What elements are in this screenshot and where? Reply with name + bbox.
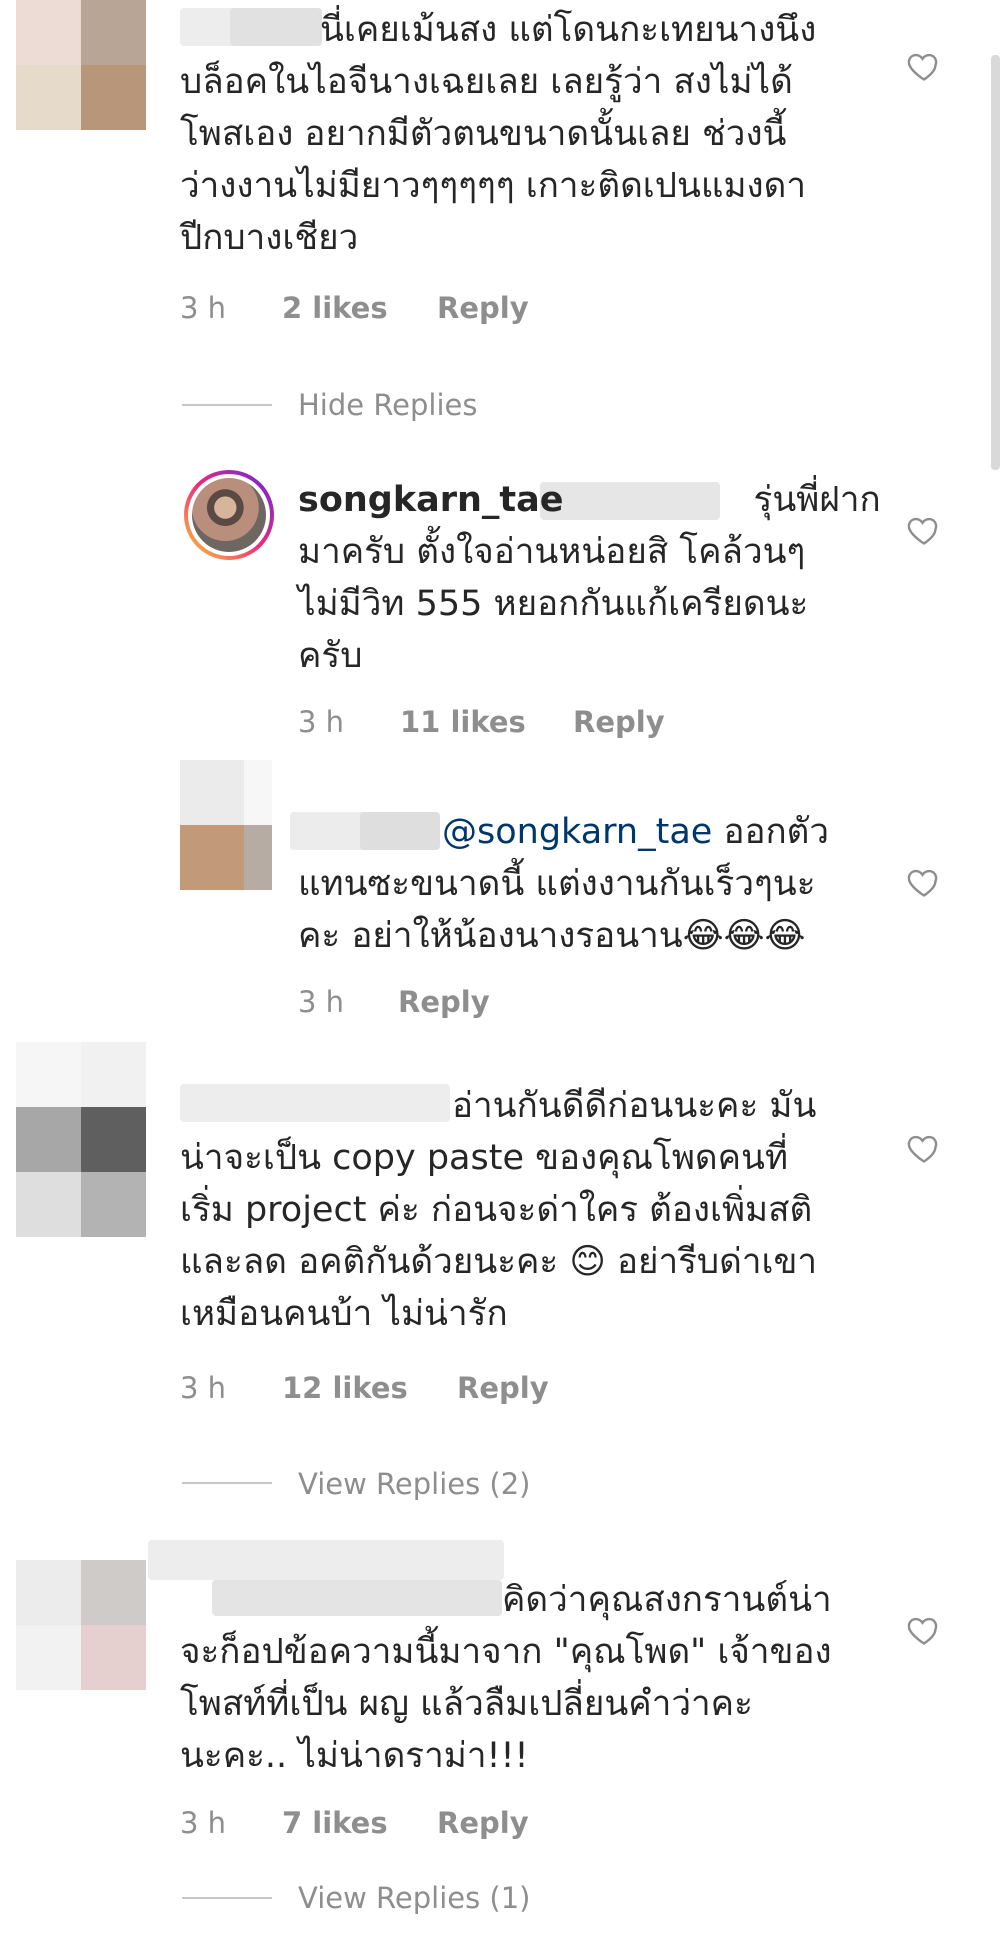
heart-outline-icon[interactable] <box>906 48 942 84</box>
avatar[interactable] <box>16 1560 146 1690</box>
comment-text: นี่เคยเม้นสง แต่โดนกะเทยนางนึง บล็อคในไอ… <box>180 10 817 258</box>
comment-meta: 3 h 12 likes Reply <box>180 1368 580 1408</box>
reply-button[interactable]: Reply <box>398 982 490 1022</box>
heart-outline-icon[interactable] <box>906 512 942 548</box>
comment-meta: 3 h Reply <box>298 982 598 1022</box>
timestamp: 3 h <box>298 985 345 1019</box>
reply-button[interactable]: Reply <box>573 702 665 742</box>
replies-divider <box>182 404 272 406</box>
comment-meta: 3 h 11 likes Reply <box>298 702 698 742</box>
likes-count[interactable]: 7 likes <box>282 1803 388 1843</box>
likes-count[interactable]: 12 likes <box>282 1368 408 1408</box>
likes-count[interactable]: 11 likes <box>400 702 526 742</box>
avatar[interactable] <box>16 1042 146 1237</box>
avatar[interactable] <box>16 0 146 130</box>
timestamp: 3 h <box>298 705 345 739</box>
avatar[interactable] <box>184 470 274 560</box>
replies-divider <box>182 1897 272 1899</box>
comment: คิดว่าคุณสงกรานต์น่า จะก็อปข้อความนี้มาจ… <box>0 1540 1000 1940</box>
timestamp: 3 h <box>180 1806 227 1840</box>
replies-divider <box>182 1482 272 1484</box>
likes-count[interactable]: 2 likes <box>282 288 388 328</box>
username[interactable]: songkarn_tae <box>298 480 564 520</box>
mention-link[interactable]: @songkarn_tae <box>442 812 712 852</box>
comment-meta: 3 h 2 likes Reply <box>180 288 580 328</box>
comment: นี่เคยเม้นสง แต่โดนกะเทยนางนึง บล็อคในไอ… <box>0 0 1000 422</box>
reply: @songkarn_tae ออกตัว แทนซะขนาดนี้ แต่งงา… <box>0 760 1000 1040</box>
timestamp: 3 h <box>180 1371 227 1405</box>
reply-text: songkarn_tae รุ่นพี่ฝาก มาครับ ตั้งใจอ่าน… <box>298 480 881 676</box>
timestamp: 3 h <box>180 291 227 325</box>
heart-outline-icon[interactable] <box>906 864 942 900</box>
heart-outline-icon[interactable] <box>906 1130 942 1166</box>
reply-button[interactable]: Reply <box>437 1803 529 1843</box>
reply-button[interactable]: Reply <box>437 288 529 328</box>
reply: songkarn_tae รุ่นพี่ฝาก มาครับ ตั้งใจอ่าน… <box>0 460 1000 750</box>
reply-text: @songkarn_tae ออกตัว แทนซะขนาดนี้ แต่งงา… <box>298 812 830 956</box>
reply-button[interactable]: Reply <box>457 1368 549 1408</box>
comment: อ่านกันดีดีก่อนนะคะ มัน น่าจะเป็น copy p… <box>0 1042 1000 1501</box>
comment-text: คิดว่าคุณสงกรานต์น่า จะก็อปข้อความนี้มาจ… <box>180 1580 832 1776</box>
comment-meta: 3 h 7 likes Reply <box>180 1803 580 1843</box>
heart-outline-icon[interactable] <box>906 1612 942 1648</box>
comment-text: อ่านกันดีดีก่อนนะคะ มัน น่าจะเป็น copy p… <box>180 1086 818 1334</box>
avatar[interactable] <box>180 760 272 890</box>
